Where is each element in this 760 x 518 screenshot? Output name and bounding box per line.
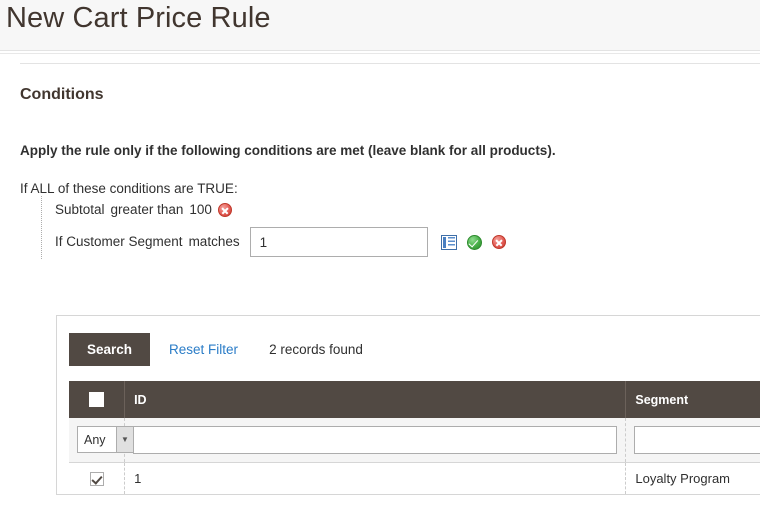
customer-segment-grid: ID Segment Any ▼ 1 Loyalty Program <box>69 381 760 495</box>
grid-header-row: ID Segment <box>69 381 760 418</box>
chevron-down-icon: ▼ <box>116 427 133 453</box>
chooser-list-icon[interactable] <box>440 234 457 250</box>
records-found-label: 2 records found <box>269 342 363 357</box>
condition-operator-subtotal[interactable]: greater than <box>111 202 184 218</box>
select-all-checkbox[interactable] <box>89 392 105 408</box>
condition-aggregator-link[interactable]: ALL <box>31 181 55 197</box>
grid-body: Any ▼ 1 Loyalty Program <box>69 418 760 495</box>
condition-value-link[interactable]: TRUE <box>197 181 234 197</box>
row-id-cell: 1 <box>124 462 627 495</box>
condition-root-line: If ALL of these conditions are TRUE: Sub… <box>20 181 760 259</box>
row-checkbox-cell <box>69 462 126 495</box>
remove-circle-icon[interactable] <box>491 235 506 249</box>
customer-segment-value-input[interactable] <box>249 227 428 257</box>
grid-filter-check-cell: Any ▼ <box>69 418 134 463</box>
apply-check-icon[interactable] <box>466 234 482 250</box>
table-row[interactable]: 1 Loyalty Program <box>69 462 760 495</box>
page-header: New Cart Price Rule <box>0 0 760 51</box>
grid-header-id[interactable]: ID <box>124 381 627 418</box>
condition-children: Subtotal greater than 100 If Customer Se… <box>41 196 760 259</box>
condition-attribute-subtotal[interactable]: Subtotal <box>55 202 105 218</box>
customer-segment-chooser-panel: Search Reset Filter 2 records found ID S… <box>56 315 760 496</box>
header-divider <box>0 51 760 54</box>
grid-filter-id-cell <box>124 418 627 463</box>
condition-value-subtotal[interactable]: 100 <box>189 202 212 218</box>
grid-filter-row: Any ▼ <box>69 418 760 463</box>
page-title: New Cart Price Rule <box>6 2 271 34</box>
grid-actions-bar: Search Reset Filter 2 records found <box>57 316 760 381</box>
row-select-checkbox[interactable] <box>89 472 104 487</box>
condition-root-suffix: : <box>233 181 238 196</box>
checkbox-filter-select[interactable]: Any ▼ <box>77 426 134 454</box>
section-divider <box>20 63 760 64</box>
condition-operator-customer-segment[interactable]: matches <box>189 234 240 250</box>
condition-attribute-customer-segment[interactable]: If Customer Segment <box>55 234 183 250</box>
grid-head: ID Segment <box>69 381 760 418</box>
segment-filter-input[interactable] <box>634 425 760 454</box>
condition-root-middle: of these conditions are <box>57 181 194 196</box>
row-segment-cell: Loyalty Program <box>625 462 760 495</box>
checkbox-filter-value: Any <box>84 432 106 447</box>
grid-filter-segment-cell <box>625 418 760 463</box>
condition-root-prefix: If <box>20 181 28 196</box>
conditions-intro-text: Apply the rule only if the following con… <box>20 143 556 158</box>
section-title-conditions: Conditions <box>20 86 104 103</box>
remove-circle-icon[interactable] <box>217 203 232 217</box>
search-button[interactable]: Search <box>69 333 151 366</box>
condition-row-subtotal: Subtotal greater than 100 <box>42 196 760 218</box>
grid-header-checkbox-cell <box>69 381 126 418</box>
reset-filter-link[interactable]: Reset Filter <box>169 342 238 357</box>
id-filter-input[interactable] <box>133 425 618 454</box>
condition-row-customer-segment: If Customer Segment matches <box>42 218 760 257</box>
condition-icon-group <box>440 234 506 250</box>
grid-header-segment[interactable]: Segment <box>625 381 760 418</box>
